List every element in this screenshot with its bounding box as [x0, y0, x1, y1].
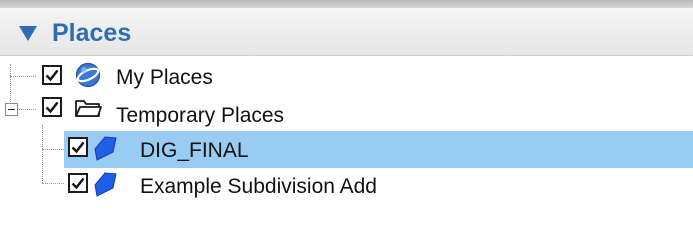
tree-item-dig-final[interactable]: DIG_FINAL: [64, 131, 693, 168]
tree-item-label: My Places: [116, 66, 213, 89]
checkbox-checked[interactable]: [68, 173, 88, 193]
tree-connector: [42, 183, 64, 184]
checkbox-checked[interactable]: [68, 137, 88, 157]
tree-connector: [42, 149, 64, 150]
tree-item-example-subdivision-add[interactable]: Example Subdivision Add: [64, 167, 693, 204]
checkbox-checked[interactable]: [42, 65, 62, 85]
tree-connector: [10, 76, 36, 77]
tree-connector: [10, 64, 11, 102]
tree-item-temporary-places[interactable]: Temporary Places: [34, 92, 693, 129]
polygon-icon: [94, 136, 118, 167]
tree-item-label: Example Subdivision Add: [140, 175, 377, 198]
collapse-arrow-icon[interactable]: [19, 26, 37, 41]
panel-top-border: [0, 0, 693, 8]
tree-connector: [42, 125, 43, 183]
polygon-icon: [94, 172, 118, 203]
places-panel-header[interactable]: Places: [0, 8, 693, 56]
earth-globe-icon: [75, 62, 101, 93]
tree-item-label: Temporary Places: [116, 104, 285, 127]
checkbox-checked[interactable]: [42, 97, 62, 117]
tree-item-label: DIG_FINAL: [140, 139, 249, 162]
panel-title: Places: [52, 19, 132, 47]
folder-icon: [74, 97, 102, 124]
tree-expander-collapse[interactable]: [5, 103, 18, 116]
